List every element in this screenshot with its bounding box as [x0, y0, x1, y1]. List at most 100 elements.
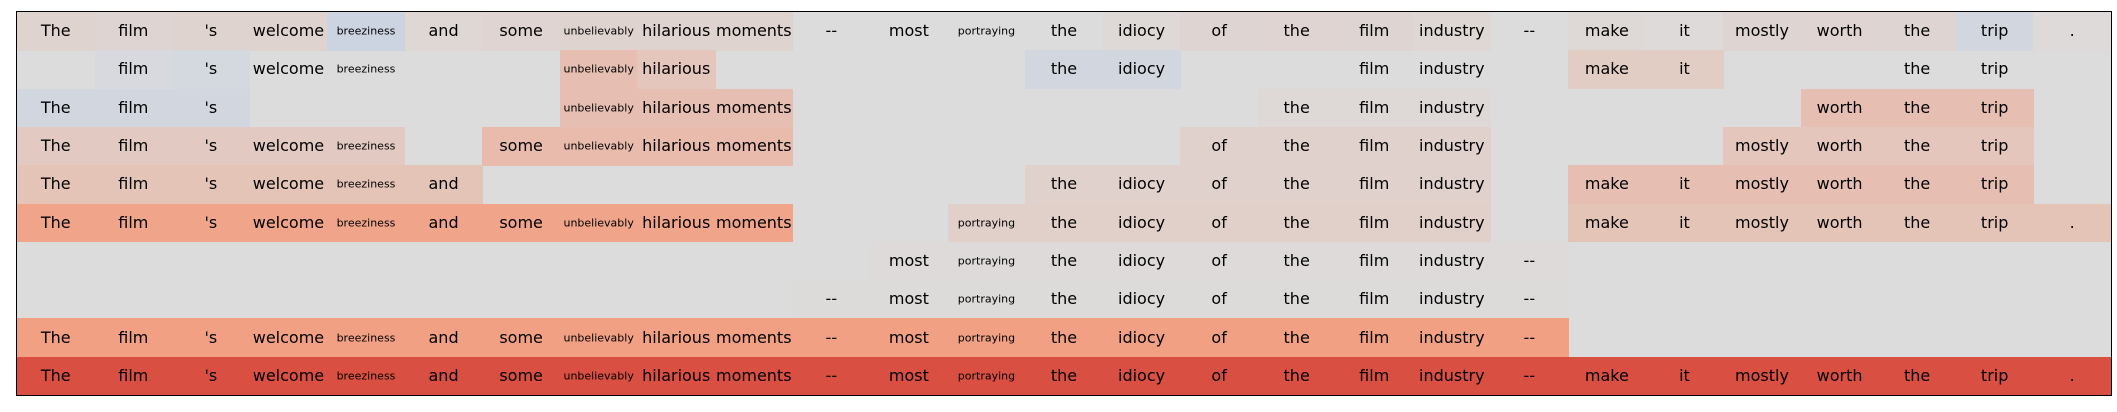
token-label: trip — [1980, 365, 2009, 385]
token-label: it — [1679, 174, 1690, 194]
token-label: film — [1359, 289, 1390, 309]
token-label: welcome — [252, 136, 325, 156]
token-label: industry — [1418, 250, 1485, 270]
token-label: The — [40, 136, 71, 156]
token-label: . — [2069, 365, 2075, 385]
token-label: film — [118, 59, 149, 79]
token-label: trip — [1980, 212, 2009, 232]
token-label: film — [118, 212, 149, 232]
token-label: The — [40, 21, 71, 41]
token-label: most — [888, 327, 929, 347]
token-label: -- — [1523, 250, 1536, 270]
token-label: breeziness — [336, 177, 396, 191]
token-label: unbelievably — [563, 369, 634, 383]
token-label: hilarious — [642, 59, 711, 79]
token-label: 's — [204, 327, 218, 347]
token-label: make — [1584, 21, 1629, 41]
token-label: portraying — [957, 369, 1016, 383]
token-label: film — [1359, 250, 1390, 270]
token-label: portraying — [957, 292, 1016, 306]
token-label: welcome — [252, 327, 325, 347]
token-label: industry — [1418, 174, 1485, 194]
token-label: film — [1359, 174, 1390, 194]
token-label: of — [1211, 250, 1227, 270]
token-label: the — [1050, 250, 1078, 270]
token-label: 's — [204, 97, 218, 117]
token-label: film — [118, 136, 149, 156]
token-label: film — [118, 327, 149, 347]
token-label: some — [499, 327, 543, 347]
token-label: the — [1283, 136, 1310, 156]
token-label: industry — [1418, 59, 1485, 79]
token-label: -- — [1523, 21, 1536, 41]
token-label: idiocy — [1117, 174, 1166, 194]
token-label: the — [1283, 174, 1310, 194]
token-label: moments — [715, 97, 792, 117]
token-label: film — [1359, 212, 1390, 232]
token-label: trip — [1980, 136, 2009, 156]
token-label: worth — [1816, 136, 1863, 156]
token-label: the — [1050, 174, 1078, 194]
token-label: the — [1050, 59, 1078, 79]
token-label: moments — [715, 327, 792, 347]
token-label: film — [118, 97, 149, 117]
token-label: unbelievably — [563, 62, 634, 76]
token-label: unbelievably — [563, 101, 634, 115]
token-label: mostly — [1735, 365, 1789, 385]
token-label: industry — [1418, 289, 1485, 309]
token-label: the — [1050, 327, 1078, 347]
token-label: and — [428, 174, 459, 194]
token-label: portraying — [957, 331, 1016, 345]
token-label: 's — [204, 212, 218, 232]
token-label: portraying — [957, 216, 1016, 230]
token-label: the — [1050, 212, 1078, 232]
token-label: 's — [204, 21, 218, 41]
token-label: The — [40, 212, 71, 232]
token-label: trip — [1980, 21, 2009, 41]
token-label: and — [428, 21, 459, 41]
token-label: make — [1584, 365, 1629, 385]
token-label: the — [1050, 21, 1078, 41]
token-label: it — [1679, 365, 1690, 385]
token-label: 's — [204, 365, 218, 385]
token-label: of — [1211, 212, 1227, 232]
token-label: film — [1359, 59, 1390, 79]
token-label: idiocy — [1117, 365, 1166, 385]
token-label: hilarious — [642, 365, 711, 385]
token-label: breeziness — [336, 331, 396, 345]
token-label: hilarious — [642, 21, 711, 41]
token-label: -- — [825, 21, 838, 41]
token-label: breeziness — [336, 24, 396, 38]
token-label: -- — [825, 365, 838, 385]
token-label: the — [1903, 212, 1931, 232]
token-label: trip — [1980, 59, 2009, 79]
token-label: welcome — [252, 174, 325, 194]
token-label: and — [428, 212, 459, 232]
token-label: idiocy — [1117, 21, 1166, 41]
token-label: film — [1359, 327, 1390, 347]
token-label: The — [40, 97, 71, 117]
token-label: 's — [204, 59, 218, 79]
token-label: film — [118, 21, 149, 41]
token-label: welcome — [252, 59, 325, 79]
token-label: industry — [1418, 136, 1485, 156]
token-label: it — [1679, 59, 1690, 79]
token-label: mostly — [1735, 174, 1789, 194]
token-label: some — [499, 212, 543, 232]
token-label: industry — [1418, 97, 1485, 117]
token-label: 's — [204, 174, 218, 194]
token-label: the — [1903, 59, 1931, 79]
token-label: worth — [1816, 365, 1863, 385]
token-label: unbelievably — [563, 331, 634, 345]
token-label: The — [40, 327, 71, 347]
token-label: film — [118, 174, 149, 194]
token-label: welcome — [252, 365, 325, 385]
token-label: the — [1283, 365, 1310, 385]
token-label: worth — [1816, 21, 1863, 41]
token-label: the — [1050, 365, 1078, 385]
token-label: most — [888, 365, 929, 385]
token-label: . — [2069, 21, 2075, 41]
token-label: breeziness — [336, 139, 396, 153]
token-label: idiocy — [1117, 289, 1166, 309]
token-label: film — [1359, 97, 1390, 117]
